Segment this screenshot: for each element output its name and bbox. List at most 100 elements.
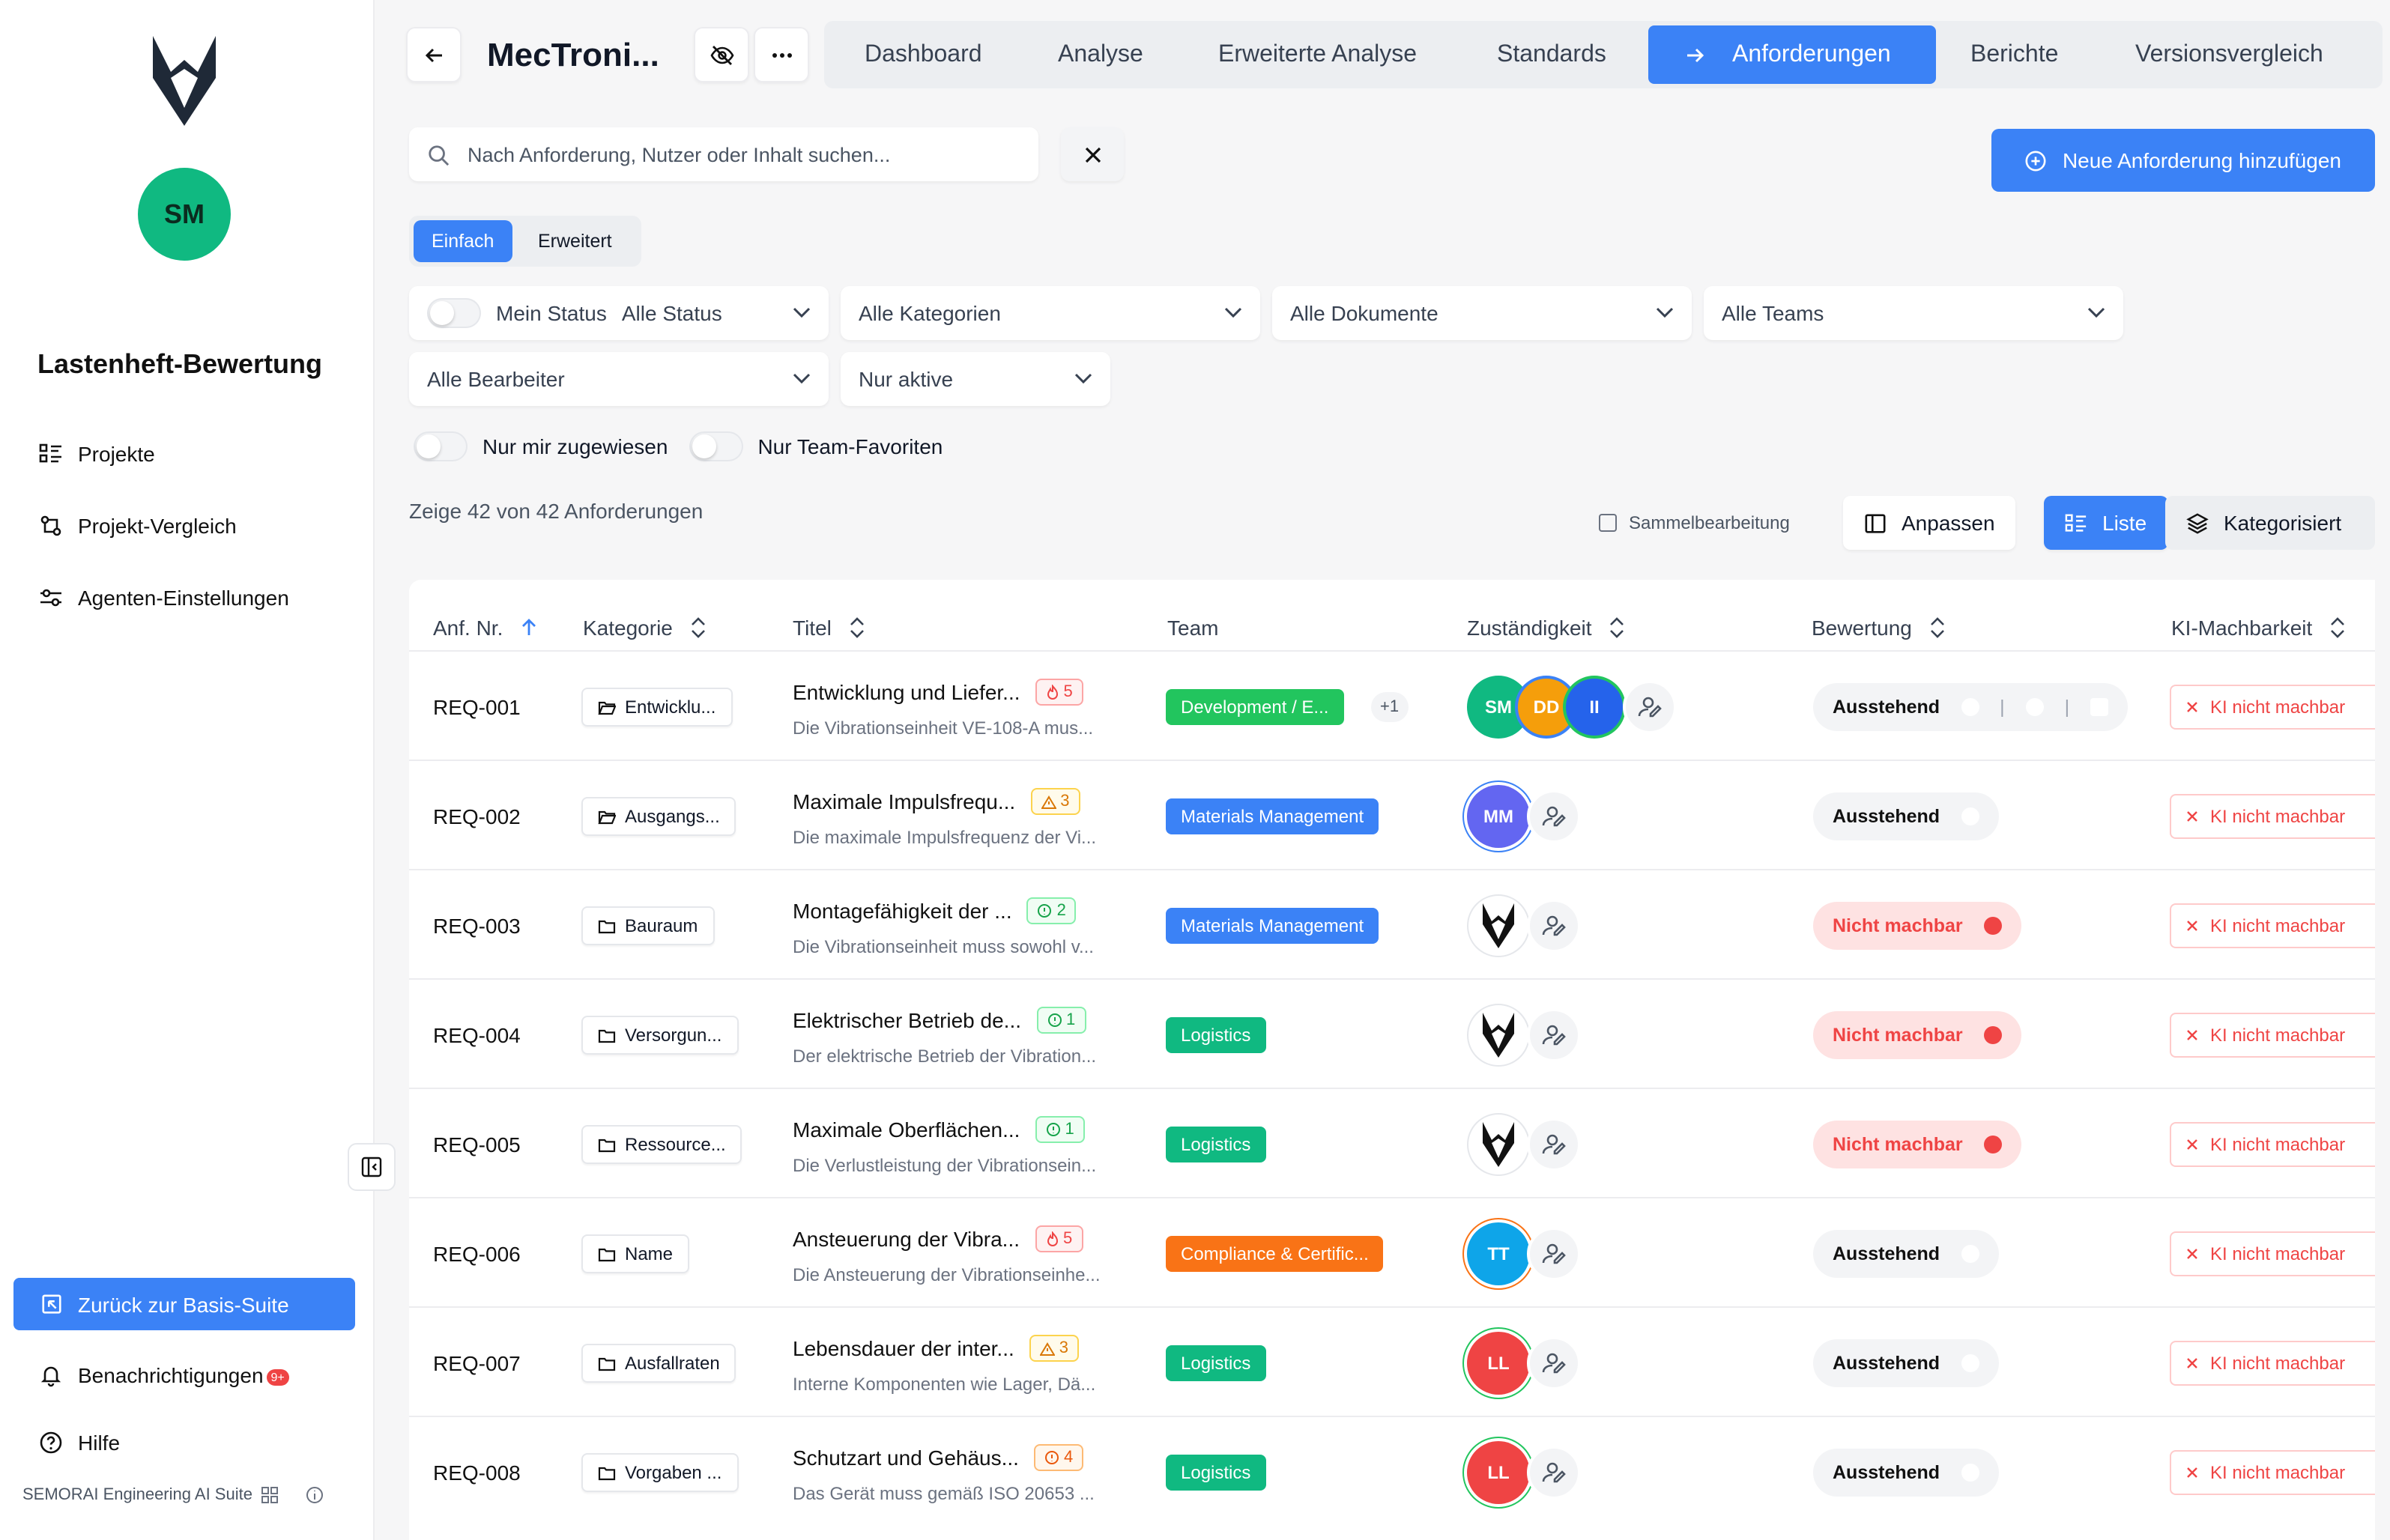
table-row[interactable]: REQ-002 Ausgangs... Maximale Impulsfrequ..… <box>409 760 2375 870</box>
category-chip[interactable]: Ressource... <box>581 1125 742 1164</box>
assign-user-button[interactable] <box>1527 789 1581 843</box>
assign-user-button[interactable] <box>1527 1446 1581 1500</box>
assignee-avatar[interactable]: LL <box>1467 1332 1530 1395</box>
active-filter[interactable]: Nur aktive <box>841 352 1110 406</box>
team-badge[interactable]: Logistics <box>1166 1345 1266 1381</box>
assignee-avatar[interactable]: II <box>1563 676 1626 739</box>
assign-user-button[interactable] <box>1527 1118 1581 1171</box>
category-chip[interactable]: Ausgangs... <box>581 797 736 836</box>
rating-badge[interactable]: Ausstehend | | <box>1813 683 2129 731</box>
team-badge[interactable]: Materials Management <box>1166 908 1379 944</box>
sidebar-item-projekt-vergleich[interactable]: Projekt-Vergleich <box>39 514 237 538</box>
mode-einfach[interactable]: Einfach <box>414 220 512 262</box>
requirement-title[interactable]: Ansteuerung der Vibra... 5 <box>793 1225 1083 1252</box>
ki-feasibility-badge[interactable]: KI nicht machbar <box>2170 903 2375 948</box>
team-badge[interactable]: Logistics <box>1166 1455 1266 1491</box>
assigned-toggle[interactable] <box>414 431 468 461</box>
requirement-title[interactable]: Montagefähigkeit der ... 2 <box>793 897 1077 924</box>
customize-button[interactable]: Anpassen <box>1843 496 2016 550</box>
assignee-avatar[interactable] <box>1467 894 1530 957</box>
rating-badge[interactable]: Ausstehend <box>1813 1230 1999 1278</box>
tab-versionsvergleich[interactable]: Versionsvergleich <box>2135 21 2323 88</box>
requirement-id[interactable]: REQ-007 <box>433 1308 521 1419</box>
team-filter[interactable]: Alle Teams <box>1704 286 2123 340</box>
assign-user-button[interactable] <box>1527 1227 1581 1281</box>
categorized-view-button[interactable]: Kategorisiert <box>2165 496 2375 550</box>
user-avatar[interactable]: SM <box>138 168 231 261</box>
rating-badge[interactable]: Nicht machbar <box>1813 902 2021 950</box>
team-badge[interactable]: Materials Management <box>1166 798 1379 834</box>
rating-badge[interactable]: Nicht machbar <box>1813 1011 2021 1059</box>
grid-icon[interactable] <box>261 1486 279 1504</box>
assign-user-button[interactable] <box>1527 1008 1581 1062</box>
tab-standards[interactable]: Standards <box>1497 21 1606 88</box>
status-filter[interactable]: Mein Status Alle Status <box>409 286 829 340</box>
category-chip[interactable]: Name <box>581 1234 690 1273</box>
category-chip[interactable]: Versorgun... <box>581 1016 739 1055</box>
table-row[interactable]: REQ-004 Versorgun... Elektrischer Betrieb … <box>409 978 2375 1089</box>
assign-user-button[interactable] <box>1527 1336 1581 1390</box>
column-header-title[interactable]: Titel <box>793 616 865 640</box>
back-button[interactable] <box>406 27 462 82</box>
requirement-id[interactable]: REQ-001 <box>433 652 521 763</box>
category-chip[interactable]: Bauraum <box>581 906 715 945</box>
category-chip[interactable]: Vorgaben ... <box>581 1453 739 1492</box>
clear-search-button[interactable] <box>1061 127 1124 181</box>
team-badge[interactable]: Logistics <box>1166 1017 1266 1053</box>
requirement-title[interactable]: Elektrischer Betrieb de... 1 <box>793 1007 1086 1034</box>
checkbox[interactable] <box>1599 514 1617 532</box>
tab-berichte[interactable]: Berichte <box>1970 21 2058 88</box>
rating-badge[interactable]: Ausstehend <box>1813 1339 1999 1387</box>
ki-feasibility-badge[interactable]: KI nicht machbar <box>2170 1231 2375 1276</box>
tab-dashboard[interactable]: Dashboard <box>865 21 982 88</box>
column-header-category[interactable]: Kategorie <box>583 616 706 640</box>
requirement-title[interactable]: Lebensdauer der inter... 3 <box>793 1335 1080 1362</box>
team-extra-badge[interactable]: +1 <box>1371 692 1409 722</box>
assign-user-button[interactable] <box>1623 680 1677 734</box>
tab-analyse[interactable]: Analyse <box>1058 21 1143 88</box>
team-badge[interactable]: Logistics <box>1166 1127 1266 1162</box>
column-header-rating[interactable]: Bewertung <box>1812 616 1945 640</box>
favorites-toggle[interactable] <box>689 431 743 461</box>
assignee-avatar[interactable]: LL <box>1467 1441 1530 1504</box>
ki-feasibility-badge[interactable]: KI nicht machbar <box>2170 1341 2375 1386</box>
info-icon[interactable] <box>306 1486 324 1504</box>
rating-badge[interactable]: Ausstehend <box>1813 792 1999 840</box>
column-header-ki[interactable]: KI-Machbarkeit <box>2171 616 2345 640</box>
back-to-suite-button[interactable]: Zurück zur Basis-Suite <box>13 1278 355 1330</box>
help-button[interactable]: Hilfe <box>39 1431 120 1455</box>
requirement-title[interactable]: Entwicklung und Liefer... 5 <box>793 679 1083 706</box>
ki-feasibility-badge[interactable]: KI nicht machbar <box>2170 1450 2375 1495</box>
collapse-sidebar-button[interactable] <box>348 1143 396 1191</box>
search-input[interactable]: Nach Anforderung, Nutzer oder Inhalt suc… <box>409 127 1038 181</box>
assignee-avatar[interactable] <box>1467 1004 1530 1067</box>
sidebar-item-projekte[interactable]: Projekte <box>39 442 155 466</box>
requirement-id[interactable]: REQ-006 <box>433 1198 521 1309</box>
bulk-edit-checkbox[interactable]: Sammelbearbeitung <box>1599 512 1790 533</box>
table-row[interactable]: REQ-007 Ausfallraten Lebensdauer der inter… <box>409 1306 2375 1417</box>
requirement-title[interactable]: Maximale Impulsfrequ... 3 <box>793 788 1080 815</box>
table-row[interactable]: REQ-005 Ressource... Maximale Oberflächen.… <box>409 1088 2375 1198</box>
requirement-id[interactable]: REQ-004 <box>433 980 521 1091</box>
editor-filter[interactable]: Alle Bearbeiter <box>409 352 829 406</box>
mode-erweitert[interactable]: Erweitert <box>520 220 630 262</box>
hide-button[interactable] <box>694 27 749 82</box>
list-view-button[interactable]: Liste <box>2044 496 2168 550</box>
rating-badge[interactable]: Ausstehend <box>1813 1449 1999 1497</box>
ki-feasibility-badge[interactable]: KI nicht machbar <box>2170 685 2375 730</box>
category-filter[interactable]: Alle Kategorien <box>841 286 1260 340</box>
category-chip[interactable]: Ausfallraten <box>581 1344 736 1383</box>
category-chip[interactable]: Entwicklu... <box>581 688 733 727</box>
ki-feasibility-badge[interactable]: KI nicht machbar <box>2170 794 2375 839</box>
notifications-button[interactable]: Benachrichtigungen 9+ <box>39 1363 289 1387</box>
add-requirement-button[interactable]: Neue Anforderung hinzufügen <box>1991 129 2375 192</box>
requirement-id[interactable]: REQ-002 <box>433 761 521 872</box>
table-row[interactable]: REQ-003 Bauraum Montagefähigkeit der ... 2 D… <box>409 869 2375 980</box>
table-row[interactable]: REQ-006 Name Ansteuerung der Vibra... 5 Die … <box>409 1197 2375 1308</box>
ki-feasibility-badge[interactable]: KI nicht machbar <box>2170 1013 2375 1058</box>
table-row[interactable]: REQ-008 Vorgaben ... Schutzart und Gehäus.… <box>409 1416 2375 1527</box>
rating-badge[interactable]: Nicht machbar <box>1813 1121 2021 1168</box>
tab-anforderungen[interactable]: Anforderungen <box>1648 25 1936 84</box>
sidebar-item-agenten-einstellungen[interactable]: Agenten-Einstellungen <box>39 586 289 610</box>
document-filter[interactable]: Alle Dokumente <box>1272 286 1692 340</box>
